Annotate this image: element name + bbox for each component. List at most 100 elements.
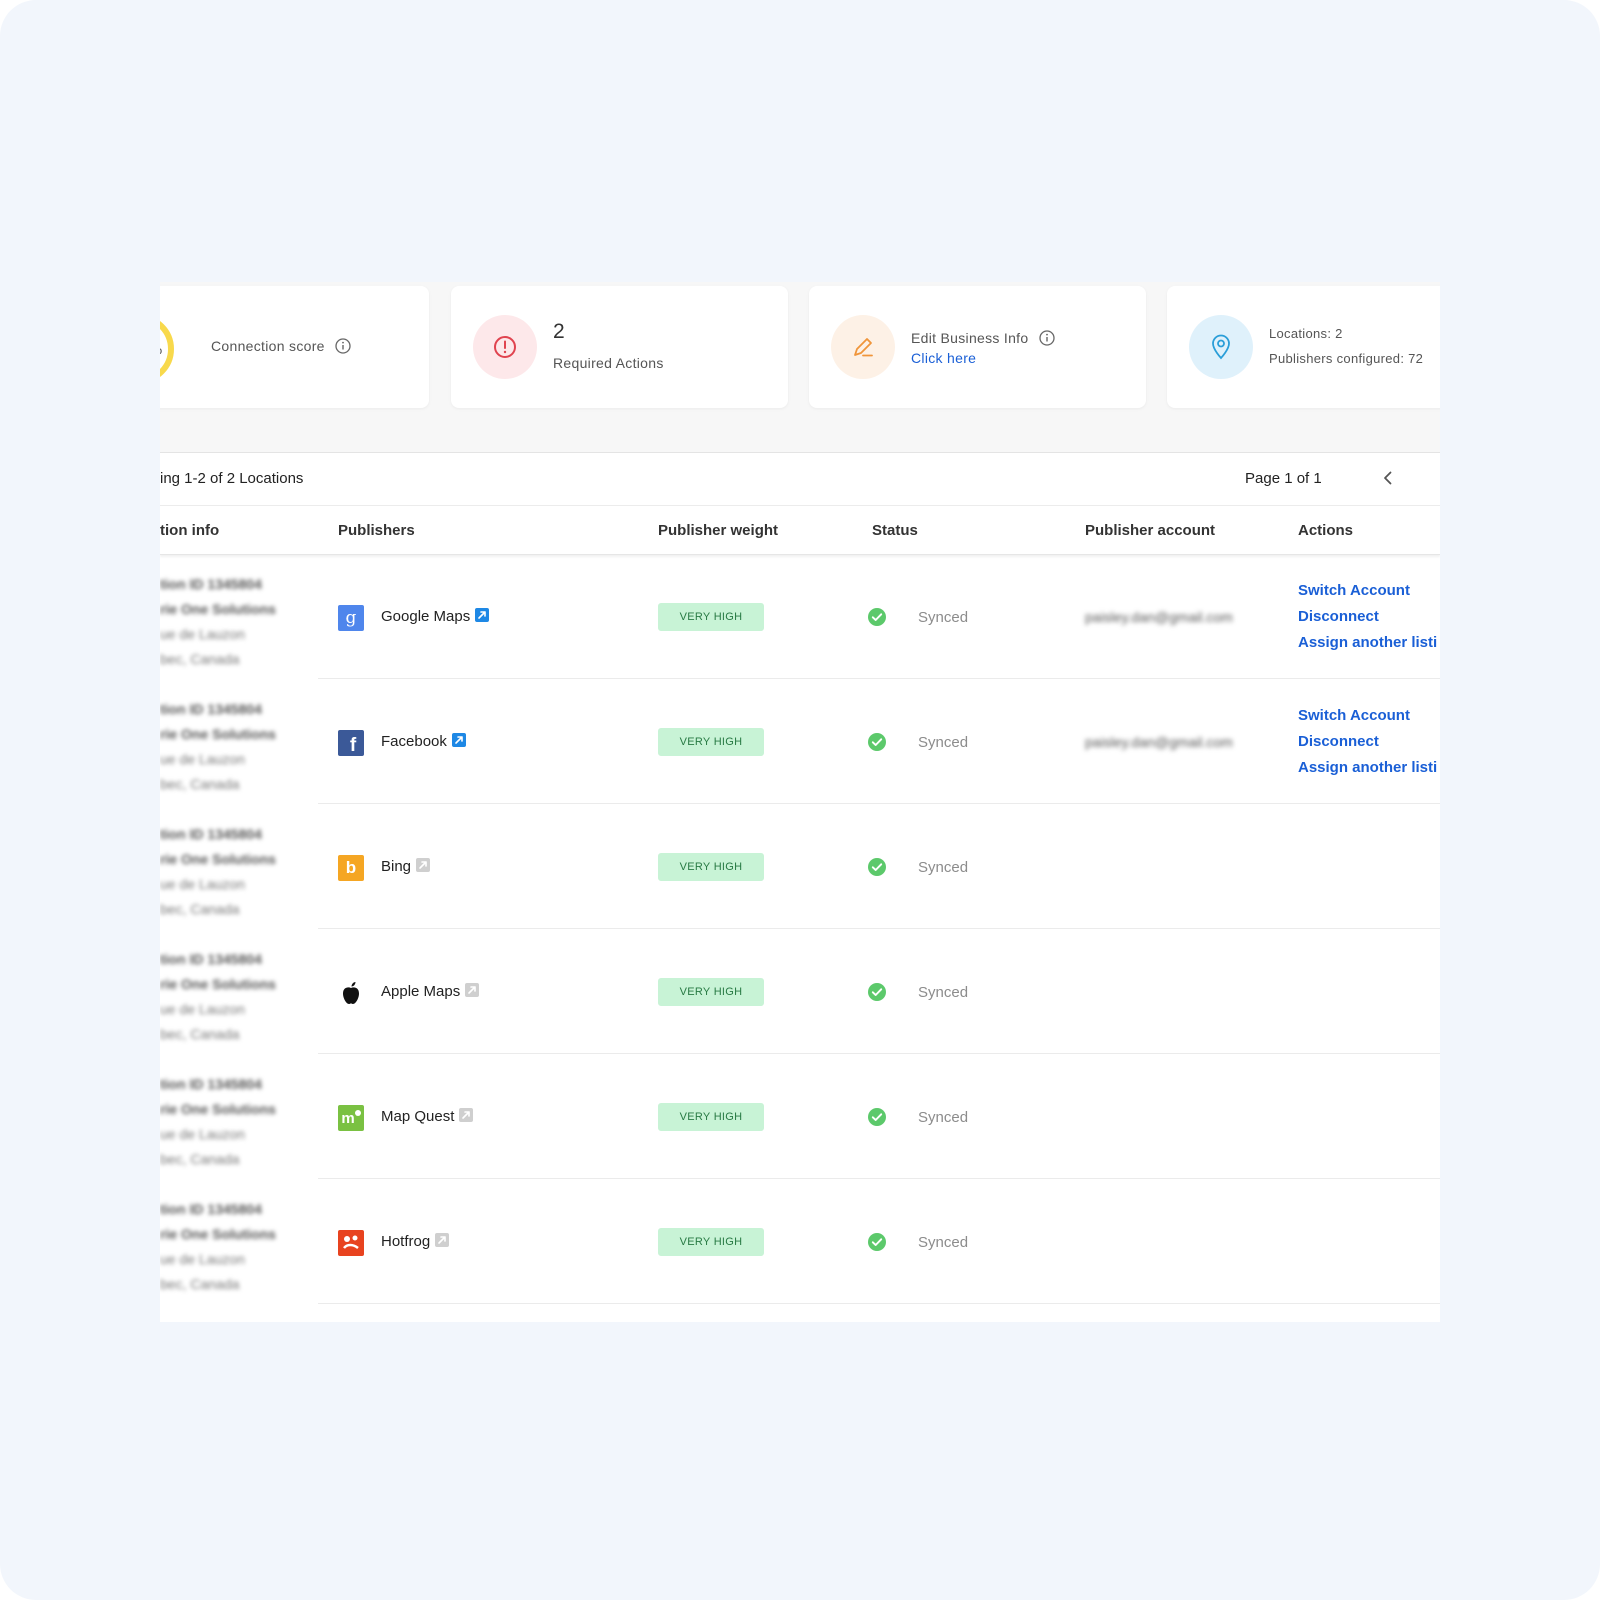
location-info-line: tion ID 1345804 bbox=[160, 1076, 262, 1092]
assign-listing-link[interactable]: Assign another listi bbox=[1298, 634, 1437, 660]
location-info-line: rie One Solutions bbox=[160, 726, 276, 742]
assign-listing-link[interactable]: Assign another listi bbox=[1298, 759, 1437, 785]
page-canvas: % Connection score 2 Requir bbox=[0, 0, 1600, 1600]
required-actions-card[interactable]: 2 Required Actions bbox=[451, 286, 788, 408]
listings-table: ing 1-2 of 2 Locations Page 1 of 1 tion … bbox=[160, 452, 1440, 1322]
status-text: Synced bbox=[918, 984, 969, 1001]
location-info-line: ue de Lauzon bbox=[160, 876, 245, 892]
external-link-icon[interactable] bbox=[451, 733, 466, 747]
edit-business-link[interactable]: Click here bbox=[911, 350, 976, 366]
publisher-weight-badge: VERY HIGH bbox=[658, 603, 764, 631]
disconnect-link[interactable]: Disconnect bbox=[1298, 733, 1437, 759]
locations-card: Locations: 2 Publishers configured: 72 bbox=[1167, 286, 1440, 408]
check-circle-icon bbox=[868, 1108, 886, 1126]
table-toolbar: ing 1-2 of 2 Locations Page 1 of 1 bbox=[160, 453, 1440, 506]
status-text: Synced bbox=[918, 1234, 969, 1251]
publisher-name: Google Maps bbox=[381, 608, 490, 625]
location-info-line: ue de Lauzon bbox=[160, 751, 245, 767]
location-info-line: tion ID 1345804 bbox=[160, 826, 262, 842]
location-info: tion ID 1345804 rie One Solutions ue de La… bbox=[160, 1072, 310, 1172]
row-divider bbox=[318, 1303, 1440, 1304]
location-info-line: ue de Lauzon bbox=[160, 1251, 245, 1267]
header-location-info[interactable]: tion info bbox=[160, 522, 219, 539]
publisher-weight-badge: VERY HIGH bbox=[658, 853, 764, 881]
location-info-line: rie One Solutions bbox=[160, 1226, 276, 1242]
status-text: Synced bbox=[918, 1109, 969, 1126]
connection-score-ring: % bbox=[160, 314, 174, 384]
location-info-line: rie One Solutions bbox=[160, 1101, 276, 1117]
table-row: tion ID 1345804 rie One Solutions ue de La… bbox=[160, 929, 1440, 1054]
info-icon[interactable] bbox=[335, 338, 351, 354]
publisher-account: paisley.dan@gmail.com bbox=[1085, 609, 1233, 625]
publisher-label: Bing bbox=[381, 858, 412, 875]
connection-score-card: % Connection score bbox=[160, 286, 429, 408]
row-actions: Switch Account Disconnect Assign another l… bbox=[1298, 707, 1437, 785]
switch-account-link[interactable]: Switch Account bbox=[1298, 707, 1437, 733]
bing-logo: b bbox=[338, 855, 364, 881]
publisher-name: Bing bbox=[381, 858, 431, 875]
connection-score-label: Connection score bbox=[211, 338, 325, 354]
status-text: Synced bbox=[918, 734, 969, 751]
publishers-configured: Publishers configured: 72 bbox=[1269, 351, 1424, 366]
location-info-line: bec, Canada bbox=[160, 901, 240, 917]
check-circle-icon bbox=[868, 983, 886, 1001]
locations-count: Locations: 2 bbox=[1269, 326, 1343, 341]
location-info-line: ue de Lauzon bbox=[160, 1126, 245, 1142]
location-info: tion ID 1345804 rie One Solutions ue de La… bbox=[160, 1197, 310, 1297]
publisher-name: Map Quest bbox=[381, 1108, 474, 1125]
check-circle-icon bbox=[868, 608, 886, 626]
status-text: Synced bbox=[918, 609, 969, 626]
edit-business-label: Edit Business Info bbox=[911, 330, 1029, 346]
alert-circle bbox=[473, 315, 537, 379]
google-maps-logo: g bbox=[338, 605, 364, 631]
header-publishers[interactable]: Publishers bbox=[338, 522, 415, 539]
required-actions-count: 2 bbox=[553, 320, 565, 343]
location-info-line: tion ID 1345804 bbox=[160, 701, 262, 717]
location-info-line: tion ID 1345804 bbox=[160, 951, 262, 967]
connection-score-percent: % bbox=[160, 342, 162, 357]
header-actions: Actions bbox=[1298, 522, 1354, 539]
map-pin-icon bbox=[1212, 334, 1230, 360]
check-circle-icon bbox=[868, 1233, 886, 1251]
check-circle-icon bbox=[868, 733, 886, 751]
hotfrog-logo bbox=[338, 1230, 364, 1256]
external-link-icon[interactable] bbox=[465, 983, 480, 997]
header-status[interactable]: Status bbox=[872, 522, 918, 539]
location-info-line: bec, Canada bbox=[160, 651, 240, 667]
external-link-icon[interactable] bbox=[475, 608, 490, 622]
external-link-icon[interactable] bbox=[459, 1108, 474, 1122]
chevron-left-icon[interactable] bbox=[1378, 468, 1398, 488]
external-link-icon[interactable] bbox=[435, 1233, 450, 1247]
required-actions-label: Required Actions bbox=[553, 355, 664, 371]
location-info-line: ue de Lauzon bbox=[160, 626, 245, 642]
page-indicator: Page 1 of 1 bbox=[1245, 470, 1322, 487]
location-info-line: bec, Canada bbox=[160, 1026, 240, 1042]
table-row: tion ID 1345804 rie One Solutions ue de La… bbox=[160, 554, 1440, 679]
location-info-line: rie One Solutions bbox=[160, 976, 276, 992]
apple-logo bbox=[338, 980, 364, 1006]
publisher-label: Google Maps bbox=[381, 608, 471, 625]
location-info-line: rie One Solutions bbox=[160, 601, 276, 617]
header-publisher-account[interactable]: Publisher account bbox=[1085, 522, 1215, 539]
location-info-line: tion ID 1345804 bbox=[160, 576, 262, 592]
header-publisher-weight[interactable]: Publisher weight bbox=[658, 522, 778, 539]
location-info-line: tion ID 1345804 bbox=[160, 1201, 262, 1217]
publisher-label: Apple Maps bbox=[381, 983, 461, 1000]
publisher-weight-badge: VERY HIGH bbox=[658, 728, 764, 756]
info-icon[interactable] bbox=[1039, 330, 1055, 346]
publisher-weight-badge: VERY HIGH bbox=[658, 1228, 764, 1256]
disconnect-link[interactable]: Disconnect bbox=[1298, 608, 1437, 634]
edit-circle bbox=[831, 315, 895, 379]
pencil-icon bbox=[854, 338, 873, 357]
table-row: tion ID 1345804 rie One Solutions ue de La… bbox=[160, 804, 1440, 929]
table-row: tion ID 1345804 rie One Solutions ue de La… bbox=[160, 1054, 1440, 1179]
publisher-name: Facebook bbox=[381, 733, 466, 750]
location-info: tion ID 1345804 rie One Solutions ue de La… bbox=[160, 697, 310, 797]
location-info-line: ue de Lauzon bbox=[160, 1001, 245, 1017]
check-circle-icon bbox=[868, 858, 886, 876]
location-info-line: bec, Canada bbox=[160, 776, 240, 792]
publisher-label: Facebook bbox=[381, 733, 447, 750]
switch-account-link[interactable]: Switch Account bbox=[1298, 582, 1437, 608]
mapquest-logo: m bbox=[338, 1105, 364, 1131]
external-link-icon[interactable] bbox=[416, 858, 431, 872]
